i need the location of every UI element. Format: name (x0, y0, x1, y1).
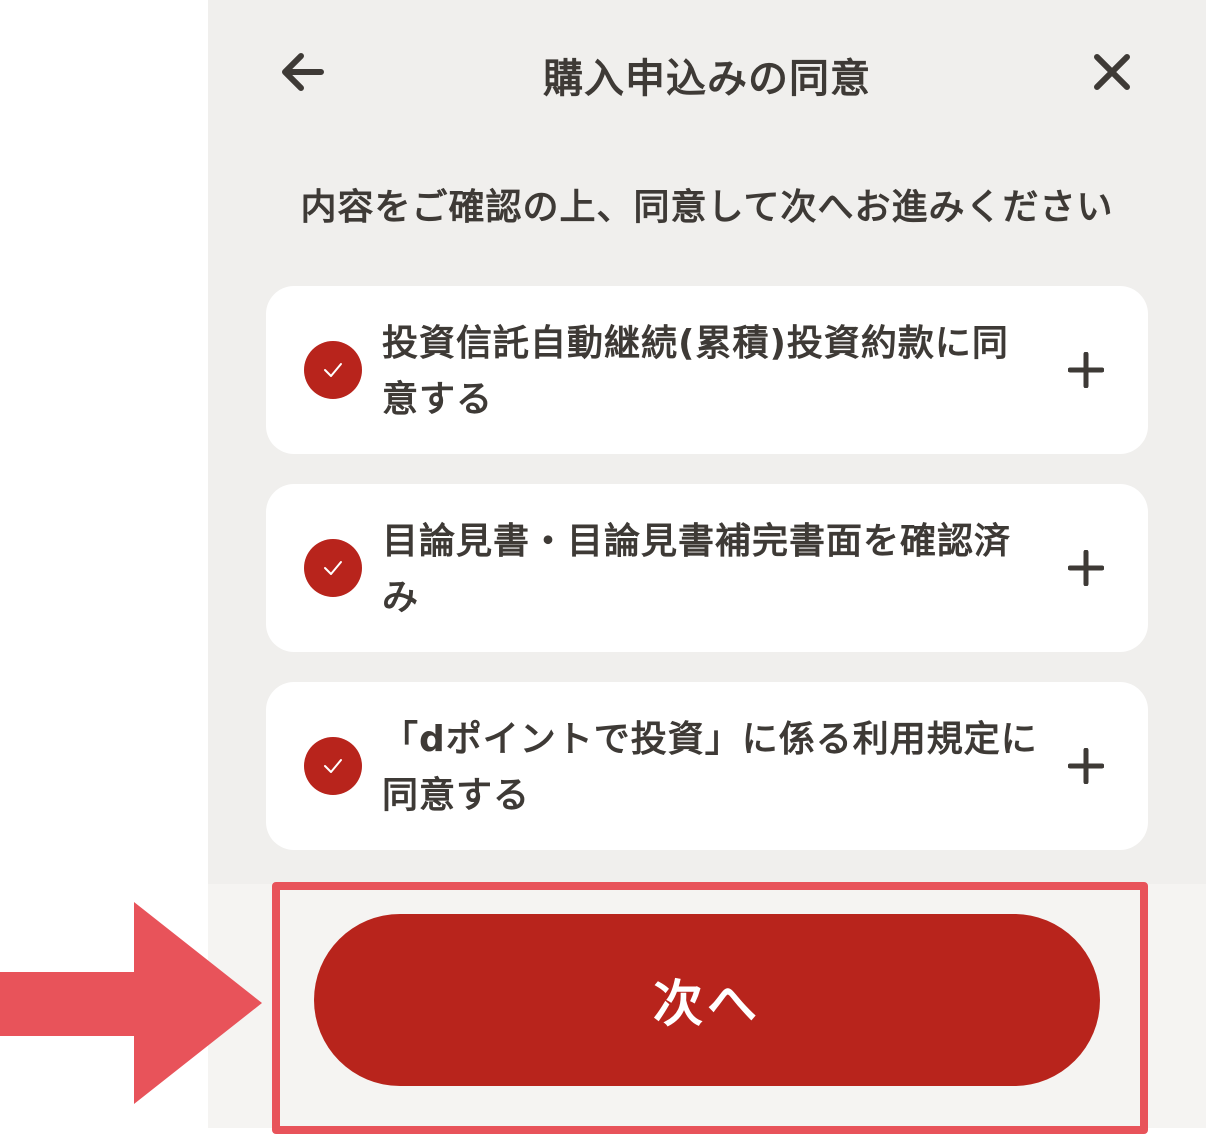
header: 購入申込みの同意 (208, 0, 1206, 150)
page-title: 購入申込みの同意 (543, 56, 871, 102)
close-icon (1094, 54, 1130, 90)
expand-button[interactable] (1064, 546, 1108, 590)
checkbox-checked[interactable] (304, 539, 362, 597)
check-icon (324, 363, 342, 377)
checkbox-checked[interactable] (304, 341, 362, 399)
agreement-item[interactable]: 投資信託自動継続(累積)投資約款に同意する (266, 286, 1148, 454)
checkbox-checked[interactable] (304, 737, 362, 795)
annotation-arrow-icon (0, 902, 262, 1104)
plus-icon (1068, 352, 1104, 388)
agreement-item[interactable]: 目論見書・目論見書補完書面を確認済み (266, 484, 1148, 652)
next-button[interactable]: 次へ (314, 914, 1100, 1086)
agreement-label: 目論見書・目論見書補完書面を確認済み (382, 521, 1012, 618)
check-icon (324, 561, 342, 575)
plus-icon (1068, 748, 1104, 784)
expand-button[interactable] (1064, 348, 1108, 392)
check-icon (324, 759, 342, 773)
plus-icon (1068, 550, 1104, 586)
agreement-label: 「dポイントで投資」に係る利用規定に同意する (382, 719, 1038, 816)
expand-button[interactable] (1064, 744, 1108, 788)
instruction-text: 内容をご確認の上、同意して次へお進みください (300, 187, 1114, 228)
close-button[interactable] (1084, 44, 1140, 100)
agreement-item[interactable]: 「dポイントで投資」に係る利用規定に同意する (266, 682, 1148, 850)
agreement-label: 投資信託自動継続(累積)投資約款に同意する (382, 323, 1009, 420)
